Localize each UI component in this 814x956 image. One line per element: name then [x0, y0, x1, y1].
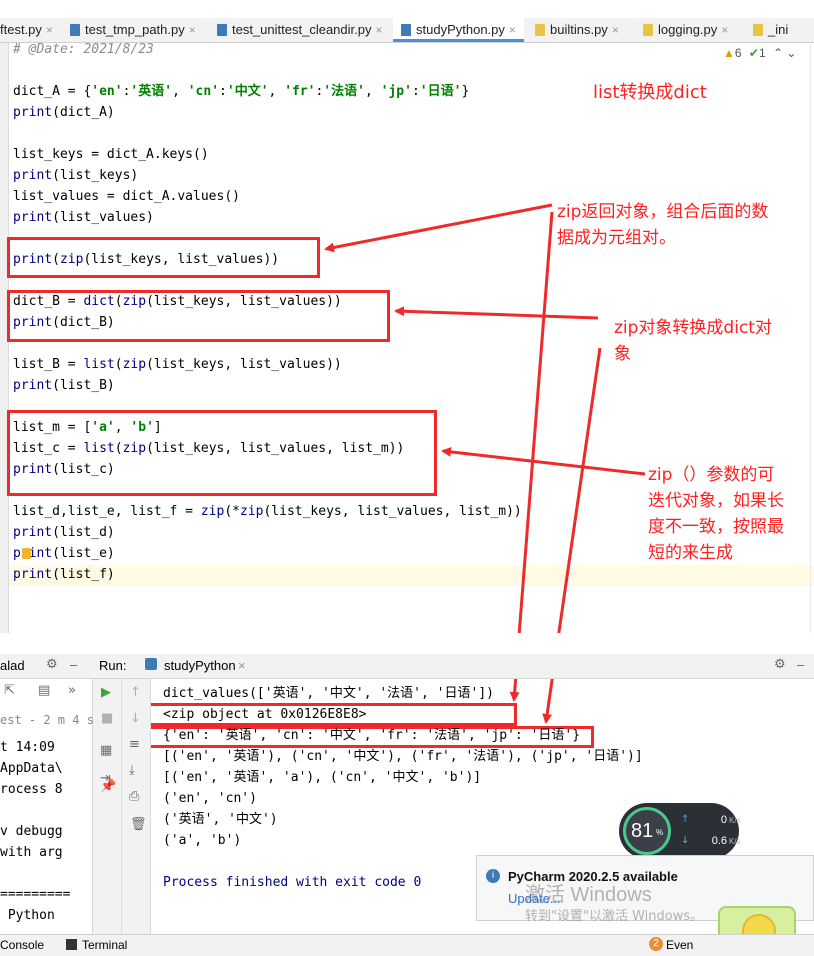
gear-icon[interactable]: ⚙ — [774, 656, 786, 672]
windows-activation-watermark: 激活 Windows — [525, 884, 652, 906]
side-line: est - 2 m 4 s — [0, 713, 94, 727]
run-config-tab[interactable]: studyPython — [164, 658, 236, 673]
console-line: ('a', 'b') — [163, 833, 242, 848]
windows-activation-subtitle: 转到"设置"以激活 Windows。 — [525, 909, 704, 924]
run-label: Run: — [99, 658, 127, 673]
gear-icon[interactable]: ⚙ — [46, 656, 58, 672]
download-icon: ↓ — [681, 835, 690, 846]
cpu-value: 81 — [631, 820, 654, 842]
run-panel-header: alad ⚙ – Run: studyPython × ⚙ – — [0, 654, 814, 679]
tree-icon[interactable]: ⇱ — [4, 683, 15, 698]
console-line: {'en': '英语', 'cn': '中文', 'fr': '法语', 'jp… — [163, 728, 581, 743]
python-icon — [145, 658, 157, 670]
soft-wrap-icon[interactable]: ≡ — [129, 737, 140, 752]
info-icon: i — [486, 869, 500, 883]
terminal-icon — [66, 939, 77, 950]
layout-icon[interactable]: ▦ — [100, 743, 112, 758]
scroll-to-end-icon[interactable]: ⤓ — [129, 763, 135, 778]
pin-icon[interactable]: 📌 — [100, 779, 116, 794]
download-unit: K/s — [729, 837, 741, 846]
panel-splitter[interactable] — [0, 633, 814, 654]
event-log-tab[interactable]: Even — [666, 938, 693, 952]
console-line: [('en', '英语', 'a'), ('cn', '中文', 'b')] — [163, 770, 482, 785]
panel-tab-label[interactable]: alad — [0, 658, 25, 673]
arrow-to-list-c — [441, 446, 646, 476]
console-line: dict_values(['英语', '中文', '法语', '日语']) — [163, 686, 494, 701]
run-toolbar-left: ▶ ■ ▦ ⇥ 📌 — [93, 679, 122, 934]
print-icon[interactable]: ⎙ — [129, 789, 139, 804]
side-line: t 14:09 — [0, 740, 55, 755]
arrow-to-dict — [394, 306, 599, 320]
down-arrow-icon[interactable]: ↓ — [130, 711, 141, 726]
side-line: ========= — [0, 887, 71, 902]
console-line: <zip object at 0x0126E8E8> — [163, 707, 367, 722]
trash-icon[interactable]: 🗑 — [130, 817, 147, 832]
network-monitor-widget: 81 % ↑ 0 K/s ↓ 0.6 K/s — [619, 803, 741, 859]
side-line: with arg — [0, 845, 63, 860]
console-line: ('英语', '中文') — [163, 812, 278, 827]
run-toolbar-right: ↑ ↓ ≡ ⤓ ⎙ 🗑 — [122, 679, 151, 934]
upload-value: 0 — [720, 814, 727, 826]
close-icon[interactable]: × — [238, 658, 246, 673]
console-line: [('en', '英语'), ('cn', '中文'), ('fr', '法语'… — [163, 749, 643, 764]
cpu-unit: % — [656, 828, 664, 837]
up-arrow-icon[interactable]: ↑ — [130, 685, 141, 700]
side-line: v debugg — [0, 824, 63, 839]
side-line: rocess 8 — [0, 782, 63, 797]
console-line: ('en', 'cn') — [163, 791, 257, 806]
event-count-badge: 2 — [649, 937, 663, 951]
upload-unit: K/s — [729, 816, 741, 825]
minimize-icon[interactable]: – — [70, 657, 77, 672]
terminal-tab[interactable]: Terminal — [82, 938, 127, 952]
side-line: Python — [0, 908, 55, 923]
run-icon[interactable]: ▶ — [101, 685, 111, 700]
stop-icon[interactable]: ■ — [101, 711, 113, 726]
debug-side-panel: ⇱ ▤ » est - 2 m 4 s t 14:09 AppData\ roc… — [0, 679, 94, 934]
side-line: AppData\ — [0, 761, 63, 776]
table-icon[interactable]: ▤ — [38, 683, 50, 698]
download-value: 0.6 — [711, 835, 727, 847]
console-exit-line: Process finished with exit code 0 — [163, 875, 422, 890]
upload-icon: ↑ — [681, 814, 690, 825]
console-tab[interactable]: Console — [0, 938, 44, 952]
arrow-to-zip-print — [324, 203, 553, 253]
cpu-gauge: 81 % — [623, 807, 671, 855]
expand-icon[interactable]: » — [68, 683, 76, 698]
arrow-to-zip-object — [509, 211, 554, 702]
minimize-icon[interactable]: – — [797, 657, 804, 672]
status-bar: Console Terminal 2 Even — [0, 934, 814, 956]
